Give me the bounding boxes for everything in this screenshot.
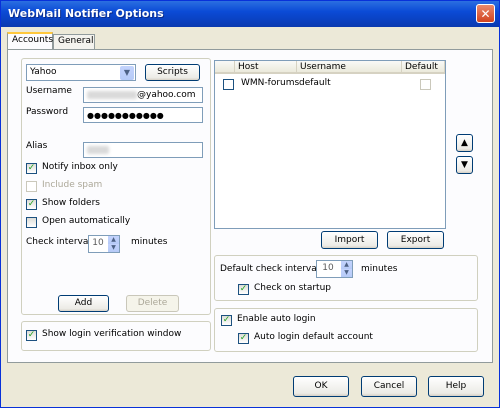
row-host: WMN-forums xyxy=(241,78,300,88)
options-window: WebMail Notifier Options ✕ Accounts Gene… xyxy=(0,0,500,408)
spin-down-icon[interactable]: ▼ xyxy=(108,244,119,252)
check-interval-stepper[interactable]: 10 ▲ ▼ xyxy=(88,235,120,253)
include-spam-checkbox[interactable] xyxy=(26,181,37,192)
auto-login-group: ✓ Enable auto login ✓ Auto login default… xyxy=(214,308,478,352)
scripts-button[interactable]: Scripts xyxy=(145,64,200,81)
default-check-interval-unit: minutes xyxy=(361,264,398,274)
account-list[interactable]: Host Username Default WMN-forums default xyxy=(214,60,446,229)
move-down-button[interactable]: ▼ xyxy=(456,156,473,174)
tab-accounts[interactable]: Accounts xyxy=(7,32,53,50)
spin-up-icon[interactable]: ▲ xyxy=(341,261,352,269)
column-header-username[interactable]: Username xyxy=(297,61,402,74)
title-bar[interactable]: WebMail Notifier Options ✕ xyxy=(1,1,499,27)
chevron-down-icon: ▼ xyxy=(120,66,134,80)
cancel-button[interactable]: Cancel xyxy=(361,376,417,397)
check-interval-label: Check interval xyxy=(26,237,91,247)
show-login-window-checkbox[interactable]: ✓ xyxy=(26,330,37,341)
enable-auto-login-label: Enable auto login xyxy=(237,314,316,324)
column-header-check[interactable] xyxy=(215,61,235,74)
import-button[interactable]: Import xyxy=(321,231,378,249)
export-button[interactable]: Export xyxy=(387,231,444,249)
spin-up-icon[interactable]: ▲ xyxy=(108,236,119,244)
include-spam-label: Include spam xyxy=(42,180,103,190)
move-up-button[interactable]: ▲ xyxy=(456,134,473,152)
notify-inbox-only-checkbox[interactable]: ✓ xyxy=(26,163,37,174)
password-field[interactable]: ●●●●●●●●●●● xyxy=(83,107,203,123)
account-settings-group: Yahoo ▼ Scripts Username @yahoo.com Pass… xyxy=(21,58,211,315)
window-title: WebMail Notifier Options xyxy=(8,7,164,20)
username-redacted xyxy=(87,90,137,99)
row-select-checkbox[interactable] xyxy=(223,79,234,90)
help-button[interactable]: Help xyxy=(428,376,484,397)
close-icon: ✕ xyxy=(480,7,491,21)
login-window-group: ✓ Show login verification window xyxy=(21,321,211,351)
provider-select[interactable]: Yahoo ▼ xyxy=(26,64,136,81)
default-check-interval-stepper[interactable]: 10 ▲ ▼ xyxy=(316,260,353,278)
spin-down-icon[interactable]: ▼ xyxy=(341,269,352,277)
column-header-default[interactable]: Default xyxy=(402,61,445,74)
tab-general[interactable]: General xyxy=(53,34,95,49)
show-folders-checkbox[interactable]: ✓ xyxy=(26,199,37,210)
arrow-down-icon: ▼ xyxy=(461,160,468,170)
username-field[interactable]: @yahoo.com xyxy=(83,87,203,103)
ok-button[interactable]: OK xyxy=(293,376,349,397)
row-username: default xyxy=(299,78,331,88)
password-label: Password xyxy=(26,107,69,117)
arrow-up-icon: ▲ xyxy=(461,138,468,148)
provider-select-value: Yahoo xyxy=(30,67,57,77)
alias-field[interactable] xyxy=(83,142,203,158)
add-account-button[interactable]: Add xyxy=(58,295,109,312)
open-automatically-checkbox[interactable] xyxy=(26,217,37,228)
show-login-window-label: Show login verification window xyxy=(42,329,182,339)
enable-auto-login-checkbox[interactable]: ✓ xyxy=(221,315,232,326)
show-folders-label: Show folders xyxy=(42,198,100,208)
notify-inbox-only-label: Notify inbox only xyxy=(42,162,118,172)
username-label: Username xyxy=(26,86,72,96)
username-suffix: @yahoo.com xyxy=(137,90,196,100)
check-interval-unit: minutes xyxy=(131,237,168,247)
default-check-group: Default check interval 10 ▲ ▼ minutes ✓ … xyxy=(214,255,478,301)
auto-login-default-label: Auto login default account xyxy=(254,332,373,342)
close-button[interactable]: ✕ xyxy=(476,4,495,23)
check-on-startup-label: Check on startup xyxy=(254,283,331,293)
open-automatically-label: Open automatically xyxy=(42,216,131,226)
auto-login-default-checkbox[interactable]: ✓ xyxy=(238,333,249,344)
alias-label: Alias xyxy=(26,141,48,151)
delete-account-button[interactable]: Delete xyxy=(126,295,179,312)
check-interval-value: 10 xyxy=(92,238,104,248)
default-check-interval-label: Default check interval xyxy=(220,264,320,274)
row-default-checkbox[interactable] xyxy=(420,79,431,90)
column-header-host[interactable]: Host xyxy=(235,61,297,74)
check-on-startup-checkbox[interactable]: ✓ xyxy=(238,284,249,295)
alias-redacted xyxy=(87,145,109,154)
accounts-panel: Yahoo ▼ Scripts Username @yahoo.com Pass… xyxy=(7,49,493,363)
default-check-interval-value: 10 xyxy=(322,263,334,273)
table-row[interactable]: WMN-forums default xyxy=(215,75,445,92)
